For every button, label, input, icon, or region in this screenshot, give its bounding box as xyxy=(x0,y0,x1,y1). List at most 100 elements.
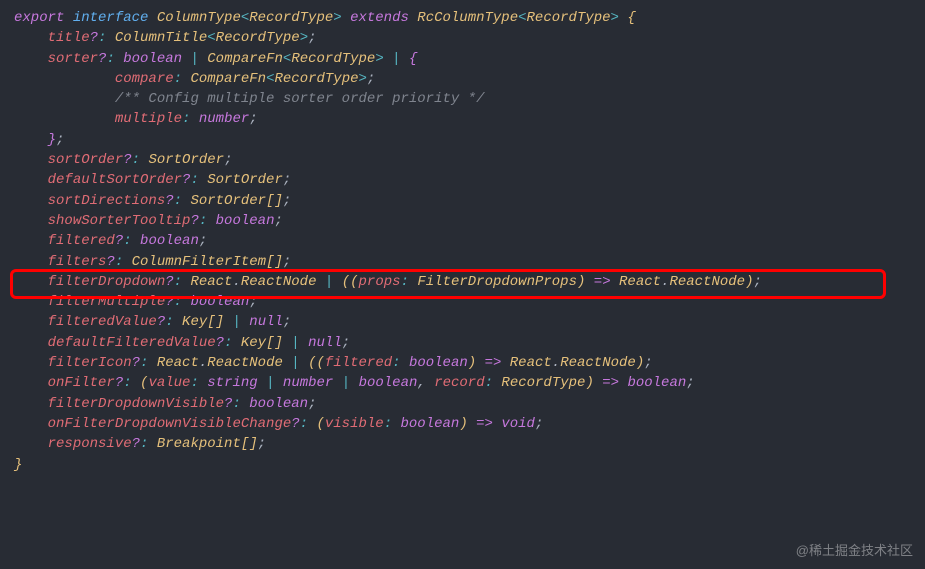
token: ; xyxy=(274,213,282,229)
token: ; xyxy=(308,30,316,46)
token: visible xyxy=(325,416,384,432)
token: boolean xyxy=(401,416,460,432)
token: ; xyxy=(249,111,257,127)
token: : xyxy=(485,375,502,391)
token: RecordType xyxy=(249,10,333,26)
token: number xyxy=(283,375,333,391)
token: filtered xyxy=(48,233,115,249)
token: ? xyxy=(115,375,123,391)
token: responsive xyxy=(48,436,132,452)
token: ; xyxy=(199,233,207,249)
code-line: defaultSortOrder?: SortOrder; xyxy=(14,170,911,190)
token: sortOrder xyxy=(48,152,124,168)
token: filters xyxy=(48,254,107,270)
token: [] xyxy=(266,254,283,270)
token: React xyxy=(157,355,199,371)
code-line: filterIcon?: React.ReactNode | ((filtere… xyxy=(14,353,911,373)
code-line: onFilter?: (value: string | number | boo… xyxy=(14,373,911,393)
token: value xyxy=(148,375,190,391)
token: ? xyxy=(132,436,140,452)
token: | xyxy=(283,335,308,351)
token: multiple xyxy=(115,111,182,127)
token: string xyxy=(207,375,257,391)
token: boolean xyxy=(140,233,199,249)
token: ; xyxy=(258,436,266,452)
token: [] xyxy=(266,335,283,351)
token: | xyxy=(182,51,207,67)
token: < xyxy=(518,10,526,26)
token: filterDropdownVisible xyxy=(48,396,224,412)
token: ? xyxy=(190,213,198,229)
code-line: filtered?: boolean; xyxy=(14,231,911,251)
token: filterIcon xyxy=(48,355,132,371)
token: > xyxy=(359,71,367,87)
token: CompareFn xyxy=(190,71,266,87)
token: : xyxy=(165,314,182,330)
token: : xyxy=(123,375,140,391)
token: } xyxy=(14,457,22,473)
token: => xyxy=(468,416,502,432)
token: extends xyxy=(350,10,417,26)
token: onFilterDropdownVisibleChange xyxy=(48,416,292,432)
token: ColumnFilterItem xyxy=(132,254,266,270)
code-line: showSorterTooltip?: boolean; xyxy=(14,211,911,231)
token: : xyxy=(182,111,199,127)
token: < xyxy=(207,30,215,46)
token: compare xyxy=(115,71,174,87)
token: ; xyxy=(686,375,694,391)
token: Key xyxy=(241,335,266,351)
token: : xyxy=(300,416,317,432)
token: ; xyxy=(283,172,291,188)
token: /** Config multiple sorter order priorit… xyxy=(115,91,485,107)
token: RecordType xyxy=(501,375,585,391)
token: RecordType xyxy=(274,71,358,87)
token: | xyxy=(283,355,308,371)
code-line: } xyxy=(14,455,911,475)
token: > xyxy=(300,30,308,46)
token: void xyxy=(501,416,535,432)
token: ? xyxy=(165,294,173,310)
token: ColumnTitle xyxy=(115,30,207,46)
code-line: compare: CompareFn<RecordType>; xyxy=(14,69,911,89)
token: ; xyxy=(56,132,64,148)
token: : xyxy=(174,193,191,209)
token: React xyxy=(619,274,661,290)
token: ? xyxy=(291,416,299,432)
token: export xyxy=(14,10,73,26)
token: boolean xyxy=(216,213,275,229)
token: ReactNode xyxy=(669,274,745,290)
token: filterDropdown xyxy=(48,274,166,290)
token: | xyxy=(333,375,358,391)
token: ; xyxy=(283,314,291,330)
token: : xyxy=(140,355,157,371)
token: : xyxy=(174,274,191,290)
code-line: filteredValue?: Key[] | null; xyxy=(14,312,911,332)
token: | xyxy=(258,375,283,391)
token: filteredValue xyxy=(48,314,157,330)
token: > xyxy=(375,51,383,67)
token: : xyxy=(98,30,115,46)
token: : xyxy=(392,355,409,371)
token: React xyxy=(190,274,232,290)
token: => xyxy=(594,375,628,391)
token: | xyxy=(224,314,249,330)
token: ? xyxy=(90,30,98,46)
token: [] xyxy=(266,193,283,209)
token: : xyxy=(140,436,157,452)
token: FilterDropdownProps xyxy=(417,274,577,290)
token: . xyxy=(552,355,560,371)
token: , xyxy=(417,375,434,391)
code-line: sortOrder?: SortOrder; xyxy=(14,150,911,170)
token: ; xyxy=(753,274,761,290)
token: boolean xyxy=(627,375,686,391)
code-block: export interface ColumnType<RecordType> … xyxy=(0,0,925,483)
token: ? xyxy=(132,355,140,371)
token: { xyxy=(627,10,635,26)
token: boolean xyxy=(190,294,249,310)
token: props xyxy=(359,274,401,290)
token: (( xyxy=(308,355,325,371)
token: > xyxy=(611,10,628,26)
token: ; xyxy=(249,294,257,310)
token: ? xyxy=(216,335,224,351)
token: ReactNode xyxy=(560,355,636,371)
